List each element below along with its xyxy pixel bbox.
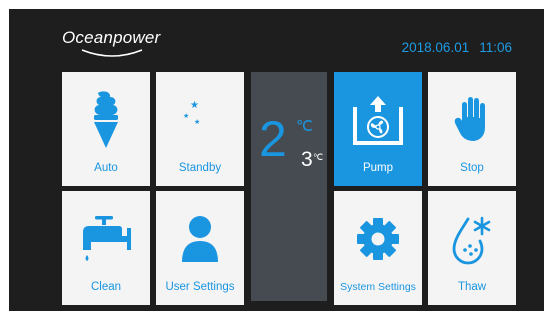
thaw-label: Thaw	[457, 281, 487, 293]
svg-text:★: ★	[190, 100, 199, 111]
pump-button[interactable]: Pump	[334, 72, 422, 186]
user-icon	[156, 209, 244, 269]
system-settings-button[interactable]: System Settings	[334, 191, 422, 305]
sub-temperature: 3	[301, 148, 313, 171]
system-settings-label: System Settings	[340, 281, 416, 293]
svg-text:★: ★	[194, 118, 200, 126]
user-settings-button[interactable]: User Settings	[156, 191, 244, 305]
ice-cream-icon	[62, 90, 150, 150]
auto-button[interactable]: Auto	[62, 72, 150, 186]
main-temperature-unit: ℃	[296, 118, 313, 135]
thaw-button[interactable]: Thaw	[428, 191, 516, 305]
brand-logo: Oceanpower	[62, 28, 172, 58]
faucet-icon	[62, 209, 150, 269]
brand-name: Oceanpower	[62, 28, 161, 47]
moon-stars-icon: ★ ★ ★	[156, 90, 244, 150]
user-settings-label: User Settings	[165, 281, 235, 293]
pump-icon	[334, 90, 422, 150]
main-temperature: 2	[259, 111, 287, 167]
stop-button[interactable]: Stop	[428, 72, 516, 186]
standby-label: Standby	[178, 162, 222, 174]
thaw-drop-icon	[428, 209, 516, 269]
clean-label: Clean	[90, 281, 122, 293]
gear-icon	[334, 209, 422, 269]
stop-label: Stop	[460, 162, 484, 174]
date-text: 2018.06.01	[401, 40, 470, 55]
auto-label: Auto	[94, 162, 118, 174]
sub-temperature-unit: ℃	[313, 152, 324, 162]
time-text: 11:06	[479, 40, 512, 55]
hand-icon	[428, 90, 516, 150]
pump-label: Pump	[362, 162, 394, 174]
device-frame: Oceanpower 2018.06.0111:06 Auto ★ ★ ★ S	[0, 0, 554, 321]
svg-text:★: ★	[183, 112, 189, 120]
date-time: 2018.06.01 11:06	[402, 40, 512, 55]
brand-swoosh-icon	[81, 49, 143, 57]
temperature-panel: 2 ℃ 3 ℃	[251, 72, 327, 301]
standby-button[interactable]: ★ ★ ★ Standby	[156, 72, 244, 186]
clean-button[interactable]: Clean	[62, 191, 150, 305]
